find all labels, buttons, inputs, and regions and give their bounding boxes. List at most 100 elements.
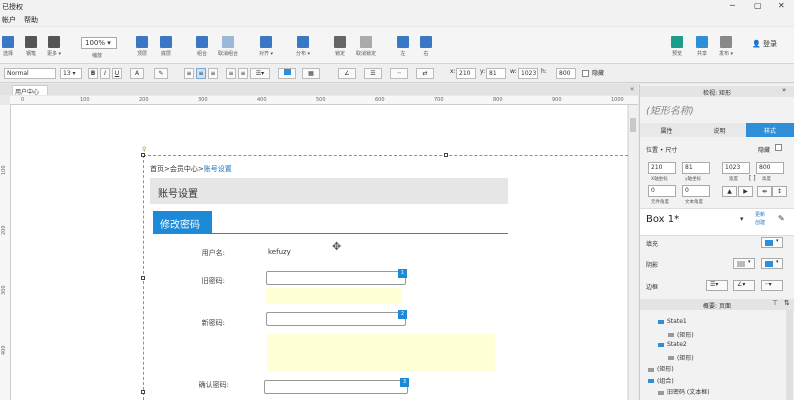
lock-button[interactable]: 锁定 [326,36,354,57]
inspector-y-input[interactable]: 81 [682,162,710,174]
publish-button[interactable]: 发布 ▾ [712,36,740,57]
collapse-right-icon[interactable]: » [782,86,786,94]
login-button[interactable]: 👤 登录 [752,39,777,49]
fill-color-button[interactable] [278,68,296,79]
align-left-button[interactable]: ≡ [184,68,194,79]
outline-item[interactable]: (组合) [648,376,674,385]
outline-item[interactable]: (矩形) [668,330,694,339]
arrow-style-button[interactable]: ⇄ [416,68,434,79]
bottom-layer-button[interactable]: 底层 [152,36,180,57]
preview-button[interactable]: 预览 [663,36,691,57]
distribute-v-button[interactable]: ↕ [772,186,787,197]
resize-handle-tc[interactable] [444,153,448,157]
flip-horizontal-button[interactable]: ▶ [738,186,753,197]
distribute-button[interactable]: 分布 ▾ [289,36,317,57]
line-width-button[interactable]: ☰ [364,68,382,79]
top-layer-icon [136,36,148,48]
edit-style-icon[interactable]: ✎ [778,214,785,223]
text-rotation-input[interactable]: 0 [682,185,710,197]
border-color-picker[interactable]: ∠▾ [733,280,755,291]
rotation-input[interactable]: 0 [648,185,676,197]
close-button[interactable]: ✕ [778,1,785,10]
old-password-input[interactable] [266,271,406,285]
zoom-select[interactable]: 100% ▾ [81,37,117,49]
inspector-hidden-checkbox[interactable] [775,144,782,151]
tab-style[interactable]: 样式 [746,123,794,137]
filter-icon[interactable]: ⊤ [772,299,778,307]
right-button[interactable]: 右 [412,36,440,57]
menu-help[interactable]: 帮助 [24,15,38,25]
valign-top-button[interactable]: ≡ [226,68,236,79]
canvas-scroll-thumb[interactable] [630,118,636,132]
collapse-left-icon[interactable]: « [630,85,634,93]
align-center-button[interactable]: ≡ [196,68,206,79]
list-button[interactable]: ☰▾ [250,68,270,79]
border-style-picker[interactable]: ┄▾ [761,280,783,291]
inner-shadow-picker[interactable]: ▾ [761,258,783,269]
border-width-picker[interactable]: ☰▾ [706,280,728,291]
group-button[interactable]: 组合 [188,36,216,57]
tab-change-password[interactable]: 修改密码 [153,211,212,233]
shadow-picker[interactable]: ▾ [733,258,755,269]
fill-color-picker[interactable]: ▾ [761,237,783,248]
maximize-button[interactable]: ▢ [754,1,762,10]
h-input[interactable]: 800 [556,68,576,79]
canvas-scrollbar[interactable] [628,105,638,400]
line-color-button[interactable]: ∠ [338,68,356,79]
rotate-handle-icon[interactable]: ♀ [142,146,146,153]
resize-handle-tl[interactable] [141,153,145,157]
new-password-input[interactable] [266,312,406,326]
y-input[interactable]: 81 [486,68,506,79]
italic-button[interactable]: I [100,68,110,79]
underline-button[interactable]: U [112,68,122,79]
style-name[interactable]: Box 1* [646,214,679,225]
outline-scrollbar[interactable] [786,310,793,400]
lock-icon [334,36,346,48]
shape-name-input[interactable]: (矩形名称) [646,102,694,117]
shadow-button[interactable]: ▦ [302,68,320,79]
outline-item[interactable]: (矩形) [648,364,674,373]
hidden-checkbox[interactable] [582,70,589,77]
font-color-button[interactable]: A [130,68,144,79]
flip-vertical-button[interactable]: ▲ [722,186,737,197]
w-input[interactable]: 1023 [518,68,538,79]
valign-mid-button[interactable]: ≡ [238,68,248,79]
align-right-button[interactable]: ≡ [208,68,218,79]
publish-label: 发布 ▾ [718,51,734,57]
outline-item[interactable]: 旧密码 (文本框) [658,387,710,396]
x-input[interactable]: 210 [456,68,476,79]
outline-item[interactable]: (矩形) [668,353,694,362]
resize-handle-bl[interactable] [141,390,145,394]
outline-item[interactable]: State1 [658,318,687,325]
style-select[interactable]: Normal [4,68,56,79]
ungroup-button[interactable]: 取消组合 [214,36,242,57]
tab-notes[interactable]: 说明 [693,123,746,137]
line-style-button[interactable]: ┄ [390,68,408,79]
inspector-w-input[interactable]: 1023 [722,162,750,174]
inspector-x-input[interactable]: 210 [648,162,676,174]
style-dropdown-icon[interactable]: ▾ [740,215,744,223]
outline-header: 概要: 页面 [640,299,794,310]
align-button[interactable]: 对齐 ▾ [252,36,280,57]
style-update-link[interactable]: 更新 创建 [755,211,771,227]
page-tab-user-center[interactable]: 用户中心 × [12,85,48,103]
selection-top-edge [143,155,628,156]
breadcrumb-links[interactable]: 首页>会员中心> [150,165,204,173]
confirm-password-input[interactable] [264,380,408,394]
y-sub-label: y轴坐标 [685,177,702,182]
menu-account[interactable]: 帐户 [2,15,16,25]
minimize-button[interactable]: ─ [730,1,735,10]
bottom-layer-icon [160,36,172,48]
distribute-h-button[interactable]: ⇹ [757,186,772,197]
highlight-button[interactable]: ✎ [154,68,168,79]
unlock-button[interactable]: 取消锁定 [352,36,380,57]
lock-ratio-icon[interactable]: [ ] [749,175,756,182]
tab-properties[interactable]: 属性 [640,123,693,137]
sort-icon[interactable]: ⇅ [784,299,790,307]
font-size-select[interactable]: 13 ▾ [60,68,82,79]
outline-item[interactable]: State2 [658,341,687,348]
bold-button[interactable]: B [88,68,98,79]
more-tool-button[interactable]: 更多 ▾ [40,36,68,57]
inspector-h-input[interactable]: 800 [756,162,784,174]
resize-handle-ml[interactable] [141,276,145,280]
